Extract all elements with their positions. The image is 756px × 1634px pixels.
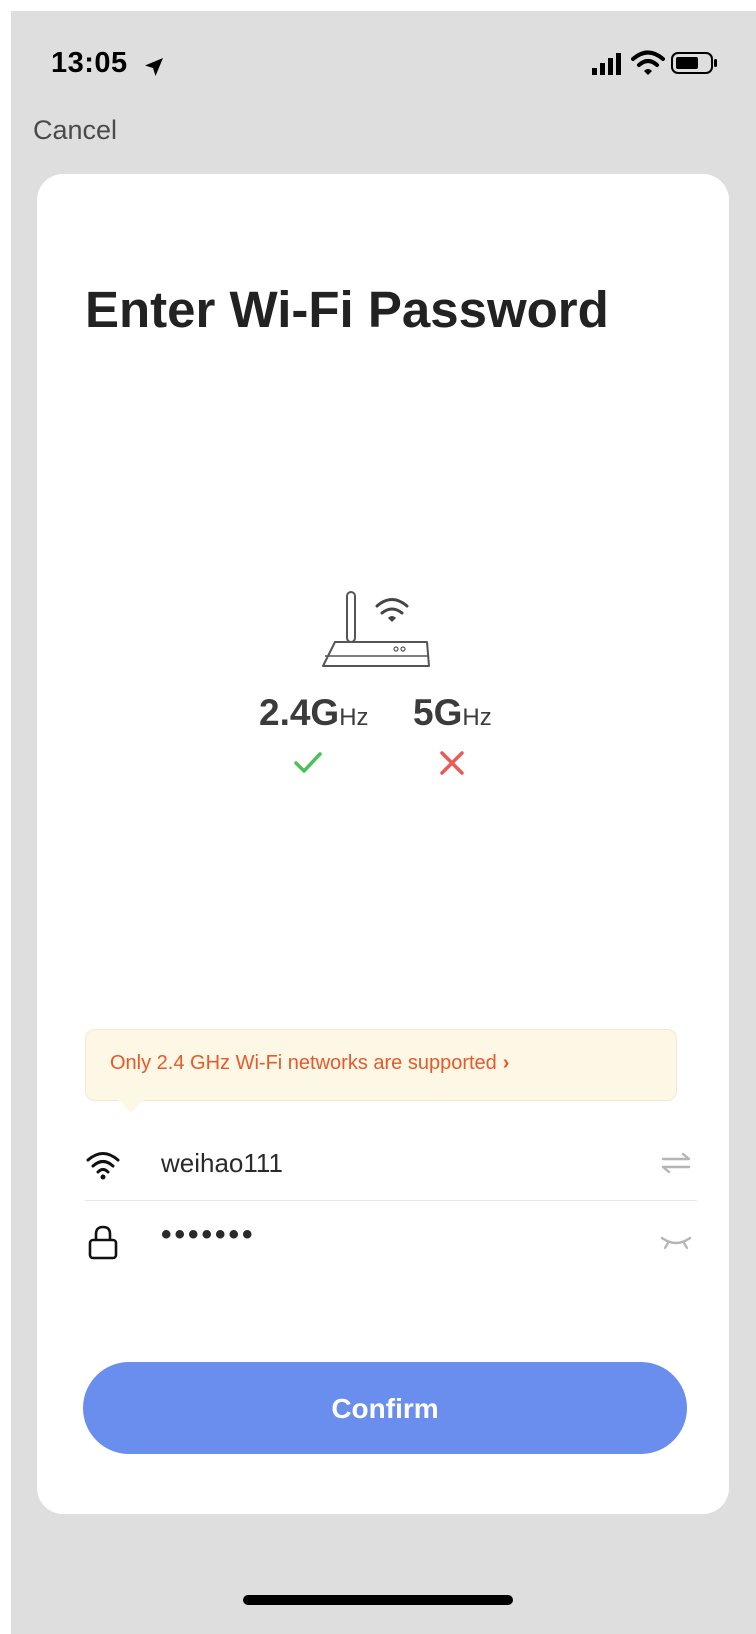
screen: 13:05 Cancel Enter Wi-Fi Password 2.4GHz… <box>11 11 756 1634</box>
router-icon <box>322 591 430 667</box>
page-title: Enter Wi-Fi Password <box>85 281 609 338</box>
lock-icon <box>88 1225 118 1260</box>
tip-pointer <box>118 1100 144 1113</box>
band-support-tip[interactable]: Only 2.4 GHz Wi-Fi networks are supporte… <box>85 1029 677 1113</box>
cancel-button[interactable]: Cancel <box>33 115 117 146</box>
eye-closed-icon[interactable] <box>659 1228 693 1254</box>
status-time: 13:05 <box>51 47 128 79</box>
band-value: 5G <box>413 692 463 733</box>
check-icon <box>294 752 322 773</box>
band-unit: Hz <box>462 704 492 731</box>
battery-icon <box>671 52 717 74</box>
home-indicator <box>243 1595 513 1605</box>
tip-text: Only 2.4 GHz Wi-Fi networks are supporte… <box>110 1052 509 1075</box>
ssid-field[interactable]: weihao111 <box>85 1126 697 1201</box>
confirm-button[interactable]: Confirm <box>83 1362 687 1454</box>
location-arrow-icon <box>145 58 163 76</box>
wifi-icon <box>631 50 665 75</box>
wifi-icon <box>86 1152 120 1180</box>
tip-message: Only 2.4 GHz Wi-Fi networks are supporte… <box>110 1052 497 1074</box>
band-5ghz-label: 5GHz <box>413 692 492 734</box>
band-value: 2.4G <box>259 692 340 733</box>
signal-icon <box>592 53 621 75</box>
band-unit: Hz <box>339 704 369 731</box>
ssid-value[interactable]: weihao111 <box>161 1148 283 1179</box>
switch-network-icon[interactable] <box>659 1150 693 1176</box>
chevron-right-icon: › <box>502 1052 510 1074</box>
cross-icon <box>440 751 464 775</box>
band-2-4ghz-label: 2.4GHz <box>259 692 369 734</box>
password-value[interactable]: ••••••• <box>161 1218 256 1252</box>
password-field[interactable]: ••••••• <box>85 1204 697 1278</box>
wifi-password-card: Enter Wi-Fi Password 2.4GHz 5GHz Only 2.… <box>37 174 729 1514</box>
